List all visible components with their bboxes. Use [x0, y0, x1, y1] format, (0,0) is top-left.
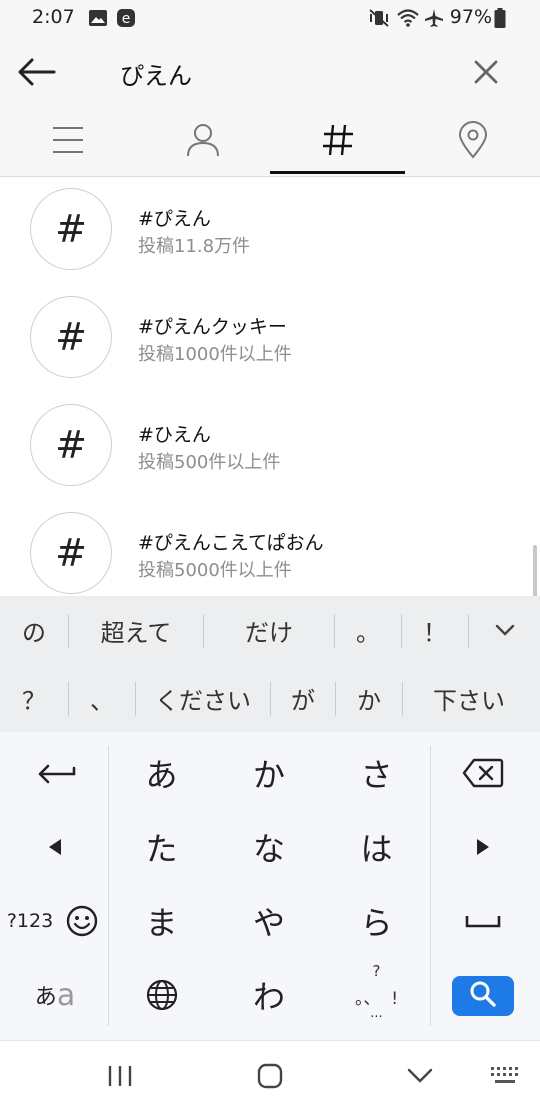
- punct-top: ?: [372, 962, 381, 980]
- hashtag-result-row[interactable]: # #ぴえんクッキー 投稿1000件以上件: [0, 282, 540, 390]
- kana-key[interactable]: な: [215, 814, 323, 880]
- suggestion-item[interactable]: 、: [69, 664, 135, 732]
- hashtag-name: #ひえん: [138, 424, 211, 446]
- mode-label-kana: あ: [34, 985, 57, 1010]
- collapse-suggestions-icon[interactable]: [469, 596, 540, 664]
- kana-key[interactable]: わ: [215, 962, 323, 1028]
- suggestion-item[interactable]: か: [336, 664, 402, 732]
- globe-icon[interactable]: [108, 962, 215, 1028]
- hashtag-avatar-icon: #: [30, 296, 112, 378]
- airplane-icon: [424, 7, 444, 29]
- key-area: ?123 あa あ か さ た な は ま や ら わ ? 。、 ! ...: [0, 732, 540, 1040]
- post-count: 投稿11.8万件: [138, 236, 251, 257]
- kana-key[interactable]: さ: [323, 740, 430, 806]
- wifi-icon: [396, 7, 420, 29]
- battery-percent: 97%: [449, 6, 492, 28]
- search-input[interactable]: ぴえん: [120, 56, 192, 91]
- suggestion-item[interactable]: 下さい: [403, 664, 535, 732]
- suggestion-item[interactable]: 超えて: [69, 596, 203, 664]
- status-bar: 2:07 e 97%: [0, 0, 540, 36]
- status-time: 2:07: [32, 6, 75, 28]
- kana-key[interactable]: は: [323, 814, 430, 880]
- location-pin-icon: [457, 121, 489, 163]
- hashtag-avatar-icon: #: [30, 188, 112, 270]
- tab-places[interactable]: [405, 108, 540, 176]
- post-count: 投稿500件以上件: [138, 452, 281, 473]
- hashtag-name: #ぴえんクッキー: [138, 316, 287, 338]
- clear-search-icon[interactable]: [466, 54, 506, 90]
- suggestion-item[interactable]: ください: [136, 664, 270, 732]
- post-count: 投稿1000件以上件: [138, 344, 292, 365]
- search-key[interactable]: [452, 976, 514, 1016]
- tab-top[interactable]: [0, 108, 135, 176]
- back-nav-icon[interactable]: [370, 1041, 470, 1111]
- home-icon[interactable]: [220, 1041, 320, 1111]
- keyboard: の 超えて だけ 。 ！ ？ 、 ください が か 下さい ?123 あ a あ…: [0, 596, 540, 1040]
- punctuation-key[interactable]: ? 。、 ! ...: [323, 962, 430, 1034]
- e-notification-icon: e: [116, 7, 136, 29]
- kana-key[interactable]: あ: [108, 740, 215, 806]
- hashtag-avatar-icon: #: [30, 404, 112, 486]
- input-mode-key[interactable]: あa: [10, 962, 100, 1028]
- suggestion-item[interactable]: ？: [0, 664, 68, 732]
- tab-accounts[interactable]: [135, 108, 270, 176]
- menu-lines-icon: [51, 125, 85, 159]
- hashtag-result-row[interactable]: # #ぴえん 投稿11.8万件: [0, 174, 540, 282]
- suggestion-row: ？ 、 ください が か 下さい: [0, 664, 540, 732]
- person-icon: [185, 122, 221, 162]
- hashtag-name: #ぴえんこえてぱおん: [138, 532, 324, 554]
- suggestion-item[interactable]: 。: [335, 596, 401, 664]
- hashtag-result-row[interactable]: # #ひえん 投稿500件以上件: [0, 390, 540, 498]
- emoji-icon[interactable]: [62, 888, 102, 954]
- back-arrow-icon[interactable]: [14, 54, 58, 90]
- search-header: ぴえん: [0, 36, 540, 108]
- undo-arrow-icon[interactable]: [10, 740, 100, 806]
- divider: [430, 746, 431, 1026]
- suggestion-item[interactable]: だけ: [204, 596, 334, 664]
- svg-text:e: e: [122, 11, 131, 27]
- post-count: 投稿5000件以上件: [138, 560, 292, 581]
- hashtag-name: #ぴえん: [138, 208, 211, 230]
- backspace-icon[interactable]: [438, 740, 528, 806]
- hashtag-icon: [320, 122, 356, 162]
- vibrate-mute-icon: [368, 7, 390, 29]
- search-tabs: [0, 108, 540, 177]
- numbers-key[interactable]: ?123: [4, 888, 56, 954]
- kana-key[interactable]: ま: [108, 888, 215, 954]
- suggestion-item[interactable]: が: [271, 664, 335, 732]
- kana-key[interactable]: や: [215, 888, 323, 954]
- battery-icon: [494, 7, 506, 29]
- mode-label-latin: a: [56, 977, 76, 1013]
- search-icon: [469, 980, 497, 1012]
- punct-dots: ...: [370, 1006, 383, 1021]
- kana-key[interactable]: ら: [323, 888, 430, 954]
- suggestion-item[interactable]: ！: [402, 596, 468, 664]
- suggestion-row: の 超えて だけ 。 ！: [0, 596, 540, 664]
- tab-tags[interactable]: [270, 108, 405, 176]
- recents-icon[interactable]: [70, 1041, 170, 1111]
- space-icon[interactable]: [438, 888, 528, 954]
- kana-key[interactable]: た: [108, 814, 215, 880]
- kana-key[interactable]: か: [215, 740, 323, 806]
- suggestion-item[interactable]: の: [0, 596, 68, 664]
- cursor-left-icon[interactable]: [10, 814, 100, 880]
- cursor-right-icon[interactable]: [438, 814, 528, 880]
- hashtag-avatar-icon: #: [30, 512, 112, 594]
- system-nav-bar: [0, 1040, 540, 1111]
- hashtag-result-row[interactable]: # #ぴえんこえてぱおん 投稿5000件以上件: [0, 498, 540, 606]
- suggestion-bar: の 超えて だけ 。 ！ ？ 、 ください が か 下さい: [0, 596, 540, 732]
- image-notification-icon: [88, 7, 108, 29]
- keyboard-switch-icon[interactable]: [478, 1041, 532, 1111]
